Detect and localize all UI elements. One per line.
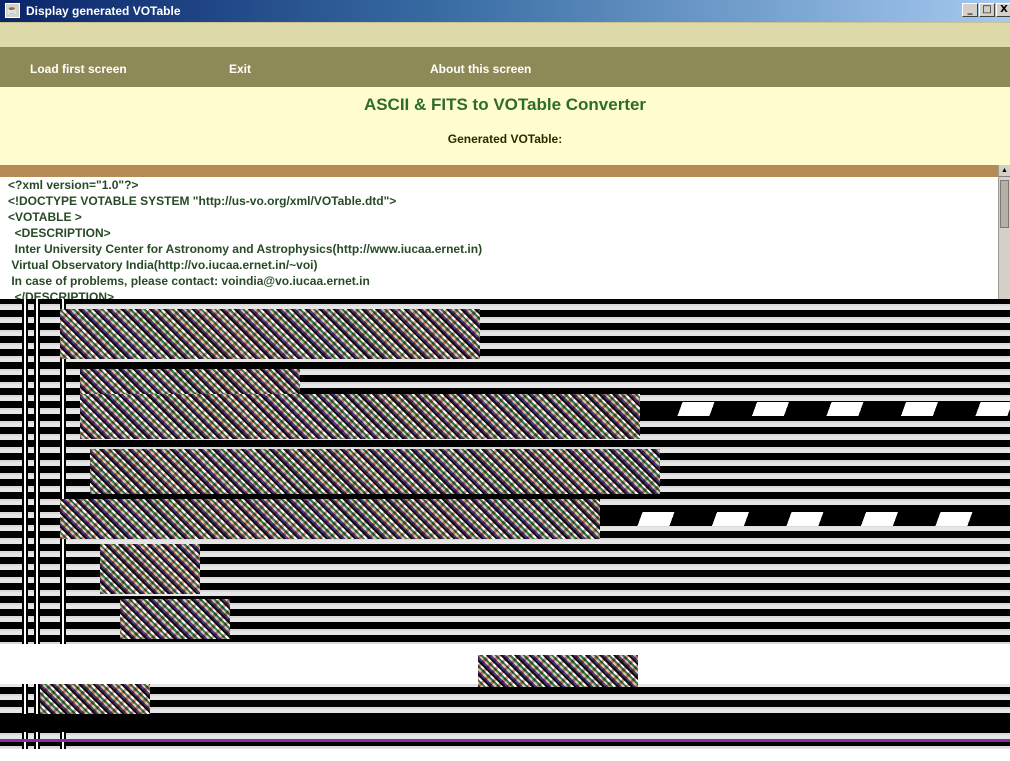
maximize-button[interactable]: □ bbox=[979, 3, 995, 17]
exit-button[interactable]: Exit bbox=[229, 62, 251, 76]
java-cup-icon: ☕ bbox=[5, 3, 20, 18]
artifact-line bbox=[0, 739, 1010, 742]
panel-border bbox=[0, 165, 1010, 177]
xml-line: Virtual Observatory India(http://vo.iuca… bbox=[8, 258, 318, 272]
votable-text-area[interactable]: <?xml version="1.0"?> <!DOCTYPE VOTABLE … bbox=[8, 177, 998, 299]
load-first-screen-button[interactable]: Load first screen bbox=[30, 62, 127, 76]
artifact-black-band bbox=[0, 714, 1010, 732]
scroll-up-arrow-icon[interactable]: ▲ bbox=[999, 165, 1010, 177]
xml-line: </DESCRIPTION> bbox=[8, 290, 115, 299]
artifact-noise bbox=[60, 499, 600, 539]
minimize-button[interactable]: _ bbox=[962, 3, 978, 17]
page-header: ASCII & FITS to VOTable Converter Genera… bbox=[0, 87, 1010, 165]
artifact-noise bbox=[100, 544, 200, 594]
page-title: ASCII & FITS to VOTable Converter bbox=[363, 95, 647, 114]
xml-line: In case of problems, please contact: voi… bbox=[8, 274, 370, 288]
artifact-column bbox=[22, 299, 28, 761]
artifact-white-band bbox=[0, 749, 1010, 761]
artifact-stripe bbox=[600, 512, 1010, 526]
toolbar-strip bbox=[0, 22, 1010, 48]
section-subtitle: Generated VOTable: bbox=[447, 132, 563, 146]
menu-bar: Load first screen Exit About this screen bbox=[0, 47, 1010, 87]
rendering-artifact-region bbox=[0, 299, 1010, 761]
artifact-noise bbox=[80, 394, 640, 439]
about-screen-button[interactable]: About this screen bbox=[430, 62, 531, 76]
xml-line: <VOTABLE > bbox=[8, 210, 82, 224]
artifact-noise bbox=[60, 309, 480, 359]
xml-line: <!DOCTYPE VOTABLE SYSTEM "http://us-vo.o… bbox=[8, 194, 397, 208]
xml-line: <?xml version="1.0"?> bbox=[8, 178, 139, 192]
close-button[interactable]: X bbox=[996, 3, 1010, 17]
artifact-noise bbox=[478, 655, 638, 687]
artifact-stripe bbox=[640, 402, 1010, 416]
artifact-noise bbox=[40, 684, 150, 714]
scrollbar-thumb[interactable] bbox=[1000, 180, 1009, 228]
artifact-noise bbox=[90, 449, 660, 494]
window-titlebar: ☕ Display generated VOTable _ □ X bbox=[0, 0, 1010, 22]
xml-line: <DESCRIPTION> bbox=[8, 226, 111, 240]
artifact-noise bbox=[120, 599, 230, 639]
xml-line: Inter University Center for Astronomy an… bbox=[8, 242, 483, 256]
window-title: Display generated VOTable bbox=[26, 4, 181, 18]
